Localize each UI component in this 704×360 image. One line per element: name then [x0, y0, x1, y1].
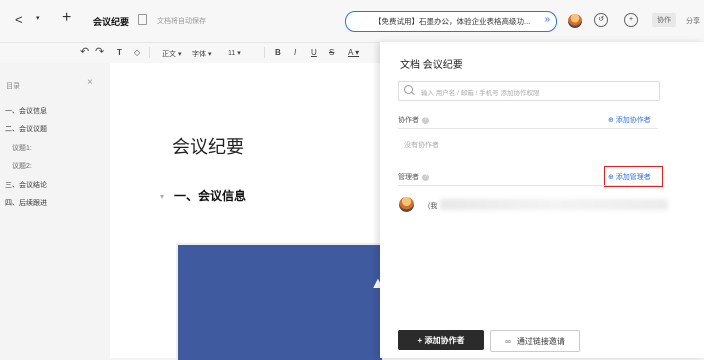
toc-item[interactable]: 四、后续跟进	[5, 198, 47, 208]
toc-item[interactable]: 议题2:	[12, 161, 32, 171]
search-input[interactable]: 输入 用户名 / 邮箱 / 手机号 添加协作权限	[398, 81, 660, 101]
format-toolbar: ↶ ↷ T ◇ 正文 ▾ 字体 ▾ 11 ▾ B I U S A ▾	[0, 43, 380, 63]
paragraph-style-select[interactable]: 正文 ▾	[162, 49, 181, 59]
format-painter-icon[interactable]: T	[117, 48, 122, 57]
managers-label: 管理者?	[398, 172, 429, 182]
search-placeholder: 输入 用户名 / 邮箱 / 手机号 添加协作权限	[421, 90, 540, 97]
collapse-arrow-icon[interactable]: ▾	[160, 192, 164, 201]
search-icon-handle	[411, 91, 415, 96]
divider	[398, 185, 658, 186]
user-avatar[interactable]	[568, 14, 582, 28]
strikethrough-button[interactable]: S	[329, 48, 334, 57]
redacted-user-info	[440, 199, 668, 210]
toc-sidebar: 目录 × 一、会议信息 二、会议议题 议题1: 议题2: 三、会议结论 四、后续…	[0, 63, 108, 358]
toc-item[interactable]: 一、会议信息	[5, 106, 47, 116]
section-heading[interactable]: 一、会议信息	[174, 187, 246, 204]
share-button[interactable]: 分享	[686, 16, 700, 26]
add-collaborator-link[interactable]: ⊕ 添加协作者	[608, 115, 651, 125]
collaboration-panel: 文档 会议纪要 输入 用户名 / 邮箱 / 手机号 添加协作权限 协作者? ⊕ …	[380, 42, 704, 358]
toc-item[interactable]: 议题1:	[12, 143, 32, 153]
clear-format-icon[interactable]: ◇	[134, 48, 140, 57]
document-canvas[interactable]: 会议纪要 ▾ 一、会议信息 ▲	[110, 63, 386, 360]
empty-collaborators-text: 没有协作者	[404, 142, 439, 149]
promo-banner[interactable]: 【免费试用】石墨办公，体验企业表格高级功... »	[345, 11, 557, 32]
toc-label: 目录	[6, 83, 20, 90]
text-color-button[interactable]: A ▾	[348, 48, 359, 57]
font-size-select[interactable]: 11 ▾	[228, 49, 241, 57]
invite-by-link-button[interactable]: ∞ 通过链接邀请	[490, 330, 580, 352]
add-collaborator-button-label: + 添加协作者	[417, 335, 465, 345]
close-icon[interactable]: ×	[87, 77, 93, 88]
collaborators-label: 协作者?	[398, 115, 429, 125]
toolbar-divider	[149, 47, 150, 58]
invite-button-label: 通过链接邀请	[516, 336, 565, 346]
underline-button[interactable]: U	[311, 48, 317, 57]
add-collaborator-button[interactable]: + 添加协作者	[398, 330, 484, 350]
panel-title: 文档 会议纪要	[400, 60, 463, 71]
new-doc-button[interactable]: +	[62, 9, 71, 27]
promo-text: 【免费试用】石墨办公，体验企业表格高级功...	[374, 17, 531, 26]
toolbar-divider	[264, 47, 265, 58]
managers-label-text: 管理者	[398, 174, 419, 181]
doc-title[interactable]: 会议纪要	[93, 15, 129, 28]
help-icon[interactable]: ?	[422, 116, 429, 124]
highlight-box	[604, 166, 663, 187]
undo-icon[interactable]: ↶	[80, 45, 89, 58]
add-circle-icon[interactable]: +	[624, 13, 638, 27]
doc-heading[interactable]: 会议纪要	[172, 133, 244, 159]
font-family-select[interactable]: 字体 ▾	[192, 49, 211, 59]
bold-button[interactable]: B	[275, 48, 281, 57]
collaborate-button[interactable]: 协作	[652, 13, 676, 27]
help-icon[interactable]: ?	[422, 173, 429, 181]
manager-name: (我	[428, 203, 438, 210]
toc-item[interactable]: 三、会议结论	[5, 180, 47, 190]
avatar	[399, 197, 414, 212]
toc-item[interactable]: 二、会议议题	[5, 124, 47, 134]
divider	[398, 128, 658, 129]
doc-info-icon[interactable]	[138, 14, 147, 25]
italic-button[interactable]: I	[294, 48, 296, 57]
back-icon[interactable]: <	[15, 12, 23, 27]
collaborators-label-text: 协作者	[398, 117, 419, 124]
top-bar: < ▾ + 会议纪要 文档将自动保存 【免费试用】石墨办公，体验企业表格高级功.…	[0, 0, 704, 43]
history-dropdown-icon[interactable]: ▾	[36, 14, 40, 22]
doc-image[interactable]: ▲	[176, 243, 386, 360]
redo-icon[interactable]: ↷	[95, 45, 104, 58]
double-chevron-right-icon: »	[544, 14, 550, 25]
history-icon[interactable]: ↺	[594, 13, 608, 27]
link-icon: ∞	[505, 336, 511, 346]
save-status: 文档将自动保存	[157, 18, 206, 25]
